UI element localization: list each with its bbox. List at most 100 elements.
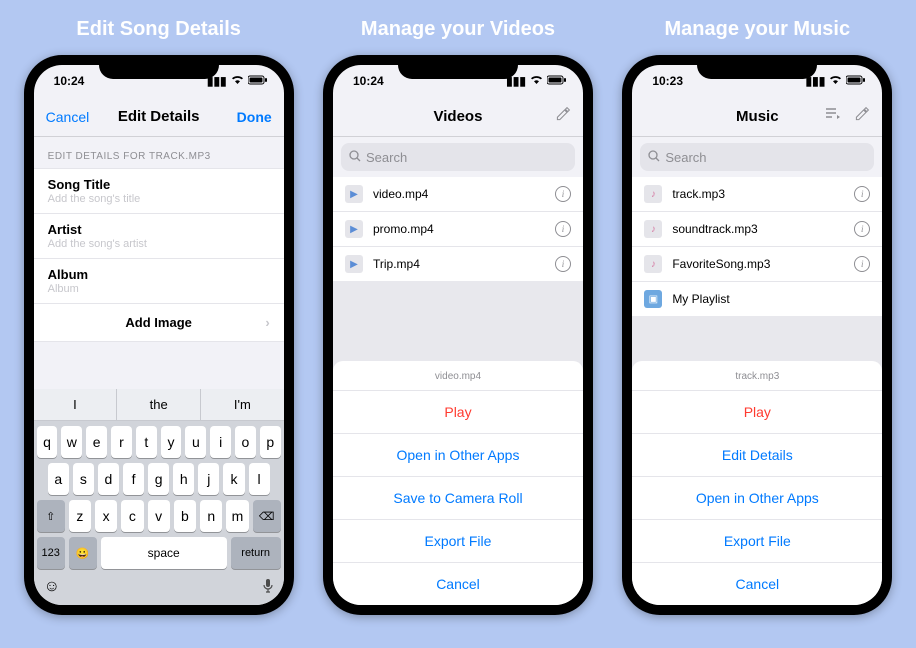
add-image-row[interactable]: Add Image › bbox=[34, 304, 284, 341]
action-open-other-apps[interactable]: Open in Other Apps bbox=[333, 434, 583, 477]
keyboard[interactable]: I the I'm q w e r t y u i o p a bbox=[34, 389, 284, 605]
phone-screen: 10:23 ▮▮▮ Music Search bbox=[632, 65, 882, 605]
key-row-4: 123 😀 space return bbox=[34, 537, 284, 574]
key-t[interactable]: t bbox=[136, 426, 157, 458]
key-q[interactable]: q bbox=[37, 426, 58, 458]
search-placeholder: Search bbox=[665, 150, 706, 165]
info-icon[interactable]: i bbox=[854, 221, 870, 237]
search-input[interactable]: Search bbox=[640, 143, 874, 171]
search-input[interactable]: Search bbox=[341, 143, 575, 171]
key-u[interactable]: u bbox=[185, 426, 206, 458]
key-p[interactable]: p bbox=[260, 426, 281, 458]
key-b[interactable]: b bbox=[174, 500, 196, 532]
key-m[interactable]: m bbox=[226, 500, 248, 532]
key-i[interactable]: i bbox=[210, 426, 231, 458]
action-play[interactable]: Play bbox=[333, 391, 583, 434]
videos-list: ▶ video.mp4 i ▶ promo.mp4 i ▶ Trip.mp4 i bbox=[333, 177, 583, 281]
info-icon[interactable]: i bbox=[555, 186, 571, 202]
numbers-key[interactable]: 123 bbox=[37, 537, 65, 569]
list-item[interactable]: ♪ FavoriteSong.mp3 i bbox=[632, 247, 882, 282]
action-play[interactable]: Play bbox=[632, 391, 882, 434]
phone-screen: 10:24 ▮▮▮ Videos Search ▶ bbox=[333, 65, 583, 605]
action-export-file[interactable]: Export File bbox=[333, 520, 583, 563]
emoji-icon[interactable]: ☺ bbox=[44, 578, 60, 599]
field-placeholder: Album bbox=[48, 283, 270, 295]
prediction-2[interactable]: the bbox=[117, 389, 201, 420]
info-icon[interactable]: i bbox=[555, 221, 571, 237]
key-l[interactable]: l bbox=[249, 463, 270, 495]
key-c[interactable]: c bbox=[121, 500, 143, 532]
list-item[interactable]: ♪ track.mp3 i bbox=[632, 177, 882, 212]
list-item[interactable]: ▶ video.mp4 i bbox=[333, 177, 583, 212]
action-save-camera-roll[interactable]: Save to Camera Roll bbox=[333, 477, 583, 520]
status-time: 10:24 bbox=[353, 74, 384, 88]
backspace-key[interactable]: ⌫ bbox=[253, 500, 281, 532]
filename: promo.mp4 bbox=[373, 222, 545, 236]
shift-key[interactable]: ⇧ bbox=[37, 500, 65, 532]
key-y[interactable]: y bbox=[161, 426, 182, 458]
compose-icon[interactable] bbox=[854, 106, 870, 127]
prediction-3[interactable]: I'm bbox=[201, 389, 284, 420]
search-icon bbox=[648, 150, 660, 165]
spacer bbox=[34, 342, 284, 389]
phone-frame: 10:23 ▮▮▮ Music Search bbox=[622, 55, 892, 615]
filename: My Playlist bbox=[672, 292, 870, 306]
key-s[interactable]: s bbox=[73, 463, 94, 495]
key-a[interactable]: a bbox=[48, 463, 69, 495]
field-song-title[interactable]: Song Title Add the song's title bbox=[34, 169, 284, 214]
now-playing-icon[interactable] bbox=[824, 107, 840, 126]
filename: FavoriteSong.mp3 bbox=[672, 257, 844, 271]
field-artist[interactable]: Artist Add the song's artist bbox=[34, 214, 284, 259]
cancel-button[interactable]: Cancel bbox=[46, 109, 90, 125]
field-album[interactable]: Album Album bbox=[34, 259, 284, 304]
status-indicators: ▮▮▮ bbox=[506, 74, 567, 88]
action-export-file[interactable]: Export File bbox=[632, 520, 882, 563]
action-sheet: track.mp3 Play Edit Details Open in Othe… bbox=[632, 361, 882, 605]
battery-icon bbox=[248, 74, 268, 88]
key-w[interactable]: w bbox=[61, 426, 82, 458]
search-icon bbox=[349, 150, 361, 165]
compose-icon[interactable] bbox=[555, 106, 571, 127]
prediction-1[interactable]: I bbox=[34, 389, 118, 420]
section-header: EDIT DETAILS FOR TRACK.MP3 bbox=[34, 137, 284, 168]
space-key[interactable]: space bbox=[101, 537, 227, 569]
field-label: Song Title bbox=[48, 177, 270, 192]
key-z[interactable]: z bbox=[69, 500, 91, 532]
phone-notch bbox=[398, 55, 518, 79]
key-n[interactable]: n bbox=[200, 500, 222, 532]
audio-file-icon: ♪ bbox=[644, 255, 662, 273]
key-x[interactable]: x bbox=[95, 500, 117, 532]
key-f[interactable]: f bbox=[123, 463, 144, 495]
list-item[interactable]: ♪ soundtrack.mp3 i bbox=[632, 212, 882, 247]
info-icon[interactable]: i bbox=[555, 256, 571, 272]
list-item[interactable]: ▣ My Playlist bbox=[632, 282, 882, 316]
return-key[interactable]: return bbox=[231, 537, 281, 569]
filename: track.mp3 bbox=[672, 187, 844, 201]
column-videos: Manage your Videos 10:24 ▮▮▮ Videos bbox=[313, 18, 602, 615]
key-v[interactable]: v bbox=[148, 500, 170, 532]
info-icon[interactable]: i bbox=[854, 256, 870, 272]
key-d[interactable]: d bbox=[98, 463, 119, 495]
action-cancel[interactable]: Cancel bbox=[632, 563, 882, 605]
video-file-icon: ▶ bbox=[345, 220, 363, 238]
key-r[interactable]: r bbox=[111, 426, 132, 458]
field-placeholder: Add the song's title bbox=[48, 193, 270, 205]
nav-bar: Videos bbox=[333, 97, 583, 137]
action-open-other-apps[interactable]: Open in Other Apps bbox=[632, 477, 882, 520]
key-e[interactable]: e bbox=[86, 426, 107, 458]
key-j[interactable]: j bbox=[198, 463, 219, 495]
emoji-key[interactable]: 😀 bbox=[69, 537, 97, 569]
key-g[interactable]: g bbox=[148, 463, 169, 495]
key-o[interactable]: o bbox=[235, 426, 256, 458]
list-item[interactable]: ▶ Trip.mp4 i bbox=[333, 247, 583, 281]
action-cancel[interactable]: Cancel bbox=[333, 563, 583, 605]
nav-bar: Music bbox=[632, 97, 882, 137]
action-edit-details[interactable]: Edit Details bbox=[632, 434, 882, 477]
key-h[interactable]: h bbox=[173, 463, 194, 495]
info-icon[interactable]: i bbox=[854, 186, 870, 202]
list-item[interactable]: ▶ promo.mp4 i bbox=[333, 212, 583, 247]
mic-icon[interactable] bbox=[262, 578, 274, 599]
music-list: ♪ track.mp3 i ♪ soundtrack.mp3 i ♪ Favor… bbox=[632, 177, 882, 316]
key-k[interactable]: k bbox=[223, 463, 244, 495]
done-button[interactable]: Done bbox=[237, 109, 272, 125]
